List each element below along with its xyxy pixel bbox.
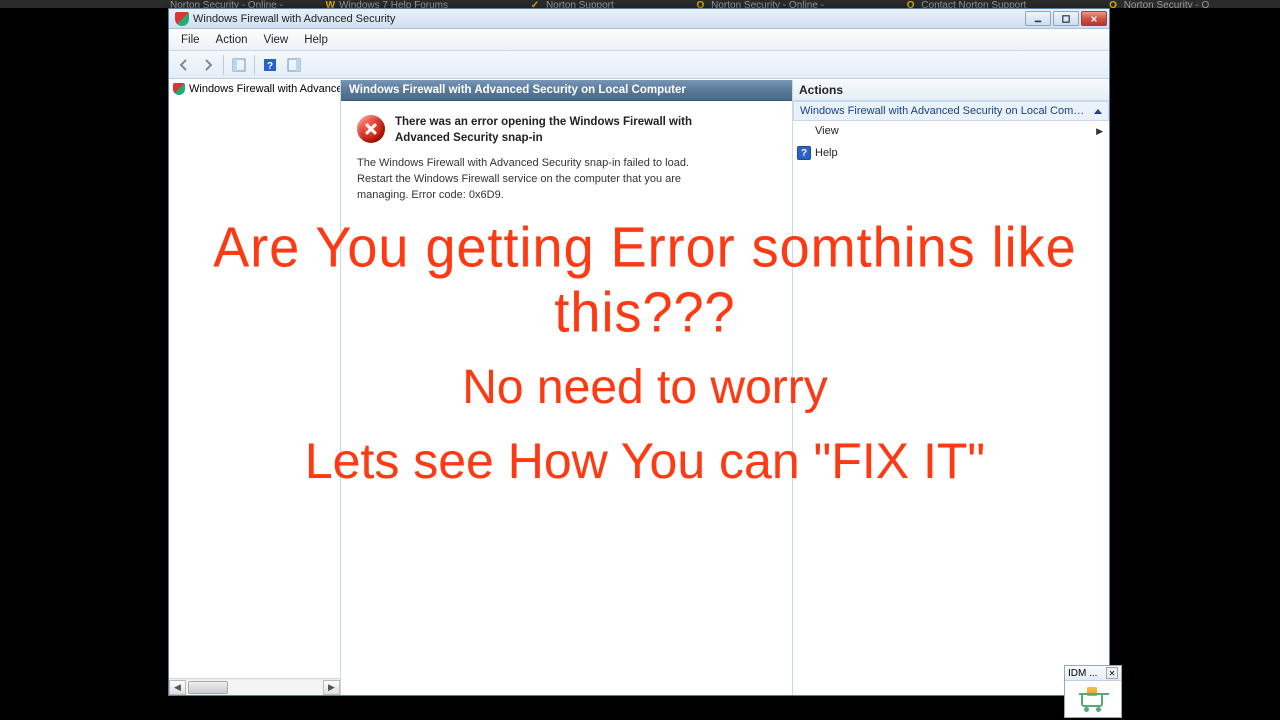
tree-hscrollbar[interactable]: ◀ ▶ xyxy=(169,678,340,695)
actions-group-label: Windows Firewall with Advanced Security … xyxy=(800,105,1090,117)
scroll-thumb[interactable] xyxy=(188,681,228,694)
scroll-left-icon[interactable]: ◀ xyxy=(169,680,186,695)
tree-root-label: Windows Firewall with Advance xyxy=(189,83,340,95)
collapse-up-icon xyxy=(1094,109,1102,114)
idm-widget[interactable]: IDM ... ✕ xyxy=(1064,665,1122,718)
shopping-cart-icon xyxy=(1078,687,1108,711)
actions-pane: Actions Windows Firewall with Advanced S… xyxy=(793,80,1109,695)
svg-text:?: ? xyxy=(267,61,273,72)
background-browser-tabs: Norton Security - Online - WWindows 7 He… xyxy=(0,0,1280,8)
back-button[interactable] xyxy=(173,54,195,76)
menu-help[interactable]: Help xyxy=(296,32,336,48)
details-header: Windows Firewall with Advanced Security … xyxy=(341,80,792,101)
actions-group-header[interactable]: Windows Firewall with Advanced Security … xyxy=(793,101,1109,121)
firewall-window: Windows Firewall with Advanced Security … xyxy=(168,8,1110,696)
titlebar[interactable]: Windows Firewall with Advanced Security xyxy=(169,9,1109,29)
scroll-right-icon[interactable]: ▶ xyxy=(323,680,340,695)
maximize-button[interactable] xyxy=(1053,11,1079,26)
minimize-button[interactable] xyxy=(1025,11,1051,26)
close-button[interactable] xyxy=(1081,11,1107,26)
chevron-right-icon: ▶ xyxy=(1096,126,1103,137)
console-tree-pane: Windows Firewall with Advance ◀ ▶ xyxy=(169,80,341,695)
show-hide-tree-button[interactable] xyxy=(228,54,250,76)
actions-help-item[interactable]: ? Help xyxy=(793,142,1109,165)
idm-body[interactable] xyxy=(1065,681,1121,717)
menu-action[interactable]: Action xyxy=(208,32,256,48)
idm-close-icon[interactable]: ✕ xyxy=(1106,667,1118,679)
forward-button[interactable] xyxy=(197,54,219,76)
error-title: There was an error opening the Windows F… xyxy=(395,115,735,146)
idm-title: IDM ... xyxy=(1068,668,1097,679)
details-pane: Windows Firewall with Advanced Security … xyxy=(341,80,793,695)
actions-help-label: Help xyxy=(815,147,838,159)
error-icon xyxy=(357,115,385,143)
error-description: The Windows Firewall with Advanced Secur… xyxy=(341,152,741,214)
actions-view-item[interactable]: View ▶ xyxy=(793,121,1109,142)
menu-file[interactable]: File xyxy=(173,32,208,48)
show-hide-action-button[interactable] xyxy=(283,54,305,76)
firewall-shield-icon xyxy=(173,83,185,95)
menu-view[interactable]: View xyxy=(256,32,297,48)
menubar: File Action View Help xyxy=(169,29,1109,51)
tree-root-item[interactable]: Windows Firewall with Advance xyxy=(169,80,340,98)
help-icon: ? xyxy=(797,146,811,160)
help-button[interactable]: ? xyxy=(259,54,281,76)
actions-view-label: View xyxy=(815,125,839,137)
toolbar: ? xyxy=(169,51,1109,79)
actions-header: Actions xyxy=(793,80,1109,101)
firewall-shield-icon xyxy=(175,12,189,26)
window-title: Windows Firewall with Advanced Security xyxy=(193,13,1025,25)
